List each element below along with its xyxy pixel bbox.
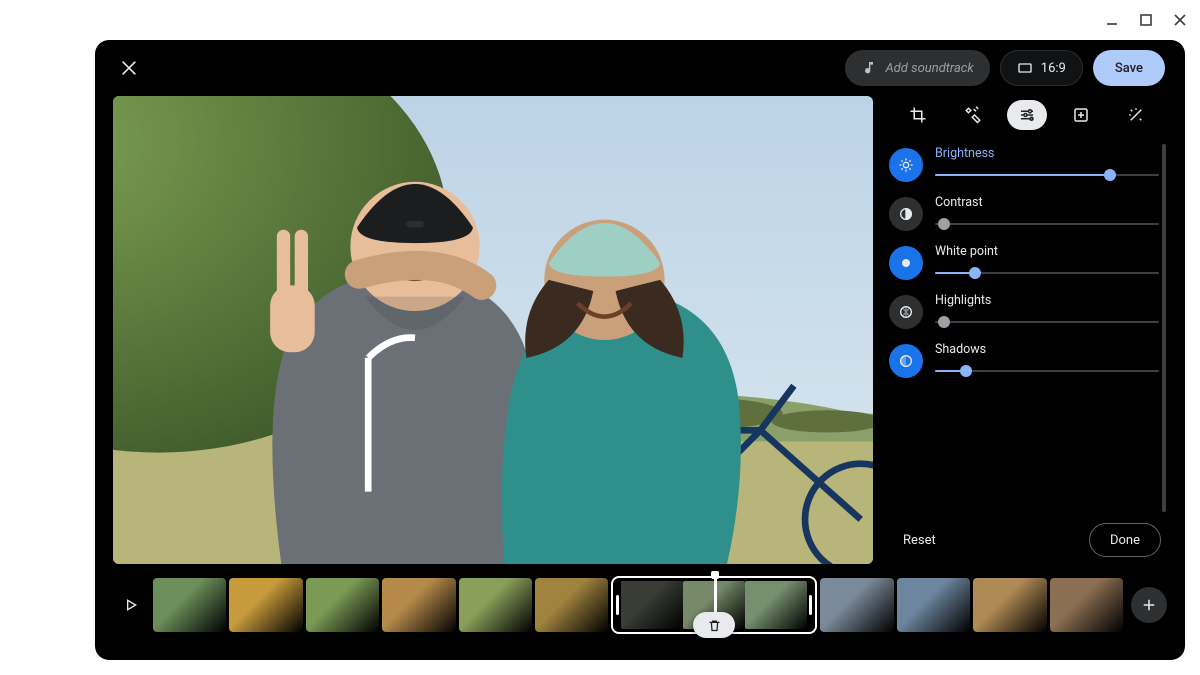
- selected-clip[interactable]: [611, 576, 817, 634]
- add-soundtrack-label: Add soundtrack: [885, 61, 973, 76]
- timeline-thumbnail[interactable]: [153, 578, 226, 632]
- timeline-thumbnail[interactable]: [973, 578, 1046, 632]
- timeline: [113, 576, 1167, 634]
- music-note-icon: [861, 60, 877, 76]
- shadows-slider[interactable]: [935, 363, 1159, 379]
- white-point-icon: [889, 246, 923, 280]
- white-point-slider[interactable]: [935, 265, 1159, 281]
- window-controls: [0, 0, 1200, 40]
- panel-tabs: [887, 96, 1167, 140]
- clip-strip[interactable]: [153, 578, 1123, 632]
- aspect-ratio-button[interactable]: 16:9: [1000, 50, 1083, 86]
- timeline-thumbnail[interactable]: [306, 578, 379, 632]
- slider-highlights: Highlights: [889, 293, 1159, 330]
- slider-contrast: Contrast: [889, 195, 1159, 232]
- timeline-thumbnail[interactable]: [897, 578, 970, 632]
- timeline-thumbnail[interactable]: [621, 581, 683, 629]
- highlights-label: Highlights: [935, 293, 1159, 308]
- tab-crop[interactable]: [898, 100, 938, 130]
- add-soundtrack-button[interactable]: Add soundtrack: [845, 50, 989, 86]
- contrast-icon: [889, 197, 923, 231]
- highlights-slider[interactable]: [935, 314, 1159, 330]
- timeline-thumbnail[interactable]: [745, 581, 807, 629]
- contrast-label: Contrast: [935, 195, 1159, 210]
- timeline-thumbnail[interactable]: [1050, 578, 1123, 632]
- shadows-label: Shadows: [935, 342, 1159, 357]
- video-editor-app: Add soundtrack 16:9 Save: [95, 40, 1185, 660]
- brightness-label: Brightness: [935, 146, 1159, 161]
- window-close-button[interactable]: [1172, 12, 1188, 28]
- timeline-thumbnail[interactable]: [459, 578, 532, 632]
- play-button[interactable]: [113, 587, 149, 623]
- timeline-thumbnail[interactable]: [229, 578, 302, 632]
- white-point-label: White point: [935, 244, 1159, 259]
- panel-scrollbar[interactable]: [1162, 144, 1166, 512]
- panel-footer: Reset Done: [887, 516, 1167, 564]
- brightness-icon: [889, 148, 923, 182]
- timeline-thumbnail[interactable]: [382, 578, 455, 632]
- slider-brightness: Brightness: [889, 146, 1159, 183]
- topbar: Add soundtrack 16:9 Save: [95, 40, 1185, 96]
- tab-effects[interactable]: [1116, 100, 1156, 130]
- close-editor-button[interactable]: [115, 54, 143, 82]
- timeline-area: [95, 570, 1185, 660]
- brightness-slider[interactable]: [935, 167, 1159, 183]
- window-maximize-button[interactable]: [1138, 12, 1154, 28]
- tab-filters[interactable]: [1061, 100, 1101, 130]
- delete-clip-button[interactable]: [693, 612, 735, 638]
- timeline-thumbnail[interactable]: [820, 578, 893, 632]
- tab-tools[interactable]: [953, 100, 993, 130]
- timeline-thumbnail[interactable]: [535, 578, 608, 632]
- contrast-slider[interactable]: [935, 216, 1159, 232]
- reset-button[interactable]: Reset: [893, 527, 946, 554]
- tab-adjust[interactable]: [1007, 100, 1047, 130]
- aspect-ratio-label: 16:9: [1041, 61, 1066, 76]
- main-area: Brightness Contrast: [95, 96, 1185, 570]
- slider-white-point: White point: [889, 244, 1159, 281]
- save-label: Save: [1115, 61, 1143, 76]
- save-button[interactable]: Save: [1093, 50, 1165, 86]
- sliders-list: Brightness Contrast: [887, 140, 1167, 516]
- preview-viewport[interactable]: [113, 96, 873, 564]
- shadows-icon: [889, 344, 923, 378]
- add-clip-button[interactable]: [1131, 587, 1167, 623]
- slider-shadows: Shadows: [889, 342, 1159, 379]
- aspect-ratio-icon: [1017, 60, 1033, 76]
- window-minimize-button[interactable]: [1104, 12, 1120, 28]
- adjust-panel: Brightness Contrast: [887, 96, 1167, 564]
- highlights-icon: [889, 295, 923, 329]
- preview-image: [113, 96, 873, 564]
- done-button[interactable]: Done: [1089, 523, 1161, 557]
